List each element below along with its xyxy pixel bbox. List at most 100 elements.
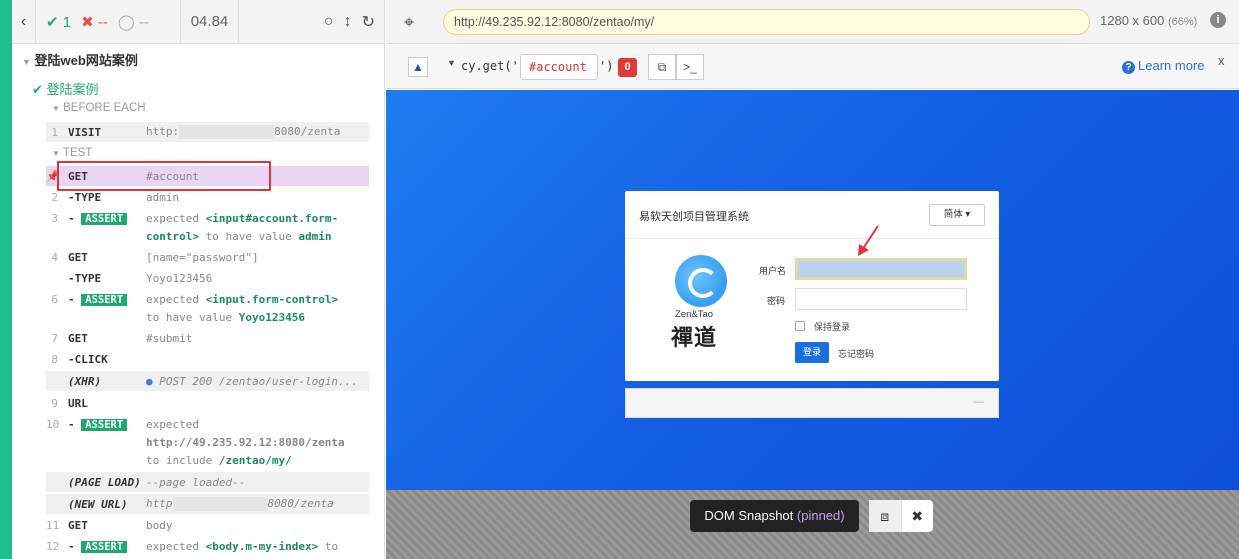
language-select[interactable]: 简体 ▾: [929, 204, 985, 226]
command-row-assert-url-cont2: to include /zentao/my/: [46, 450, 369, 470]
new-url-start: http: [146, 497, 173, 510]
zoom-level: (66%): [1167, 16, 1198, 28]
passed-count: ✔ 1: [46, 13, 72, 31]
username-input[interactable]: [795, 258, 967, 280]
zentao-logo: Zen&Tao 禪道: [671, 255, 735, 352]
command-number: 6: [51, 292, 58, 306]
command-row-get-body[interactable]: 11 GET body: [46, 515, 369, 535]
close-selector-button[interactable]: x: [1218, 53, 1225, 68]
command-number: 7: [51, 331, 58, 345]
match-count-badge: 0: [618, 58, 637, 77]
command-row-assert-body[interactable]: 12 - ASSERT expected <body.m-my-index> t…: [46, 536, 369, 556]
caret-down-icon: ▼: [22, 57, 31, 67]
rerun-icon[interactable]: ↻: [362, 12, 375, 32]
command-number: 2: [51, 190, 58, 204]
login-button[interactable]: 登录: [795, 342, 829, 363]
cursor-pick-icon[interactable]: ▲: [408, 57, 428, 77]
assert-badge: ASSERT: [81, 418, 128, 431]
app-under-test-panel: ⌖ http://49.235.92.12:8080/zentao/my/ 12…: [386, 0, 1239, 559]
copy-icon[interactable]: ⧉: [648, 54, 676, 80]
command-name: -TYPE: [68, 271, 102, 285]
visit-url-end: 8080/zenta: [274, 125, 341, 138]
highlight-toggle-icon[interactable]: ⧈: [869, 500, 902, 532]
selector-method: cy.get(': [461, 59, 519, 73]
login-footer: —: [625, 388, 999, 418]
command-name: URL: [68, 396, 88, 410]
logo-text: Zen&Tao: [675, 309, 714, 320]
command-row-page-load[interactable]: (PAGE LOAD) --page loaded--: [46, 472, 369, 492]
learn-more-link[interactable]: ? Learn more: [1122, 58, 1204, 74]
command-message: http 8080/zenta: [146, 497, 369, 511]
red-arrow-annotation: [858, 225, 879, 256]
command-name: - ASSERT: [68, 418, 146, 431]
command-row-visit[interactable]: 1 VISIT http: 8080/zenta: [46, 122, 369, 142]
command-name: (NEW URL): [68, 497, 128, 511]
dom-snapshot-label: DOM Snapshot (pinned): [690, 500, 859, 532]
command-row-assert[interactable]: 3 - ASSERT expected <input#account.form-: [46, 208, 369, 228]
password-input[interactable]: [795, 288, 967, 310]
redacted-block: [172, 497, 268, 511]
failed-value: --: [97, 13, 108, 31]
command-row-get-submit[interactable]: 7 GET #submit: [46, 328, 369, 348]
xhr-text: POST 200 /zentao/user-login...: [159, 374, 358, 388]
url-field[interactable]: http://49.235.92.12:8080/zentao/my/: [443, 9, 1090, 35]
assert-badge: ASSERT: [81, 293, 128, 306]
selector-playground-target-icon[interactable]: ⌖: [404, 12, 414, 33]
suite-title-text: 登陆web网站案例: [34, 53, 138, 68]
command-message: --page loaded--: [146, 475, 246, 489]
command-row-xhr[interactable]: (XHR) ● POST 200 /zentao/user-login...: [46, 371, 369, 391]
assert-subject: http://49.235.92.12:8080/zenta: [146, 435, 345, 449]
assert-text: expected: [146, 539, 199, 553]
login-panel: 易软天创项目管理系统 简体 ▾ Zen&Tao 禪道 用户名 密码 保持登录 登…: [625, 191, 999, 381]
command-row-type-password[interactable]: -TYPE Yoyo123456: [46, 268, 369, 288]
test-title[interactable]: ✔ 登陆案例: [32, 79, 99, 98]
stop-icon[interactable]: ○: [324, 13, 334, 31]
learn-more-label: Learn more: [1138, 58, 1205, 73]
hook-test[interactable]: ▼ TEST: [52, 147, 92, 159]
suite-title[interactable]: ▼ 登陆web网站案例: [22, 50, 138, 69]
test-title-text: 登陆案例: [46, 82, 99, 97]
command-row-click[interactable]: 8 -CLICK: [46, 349, 369, 369]
caret-down-icon: ▼: [52, 104, 60, 113]
hook-before-each[interactable]: ▼ BEFORE EACH: [52, 102, 146, 114]
remember-checkbox[interactable]: [795, 321, 805, 331]
assert-value: Yoyo123456: [238, 310, 305, 324]
command-row-assert-password[interactable]: 6 - ASSERT expected <input.form-control>: [46, 289, 369, 309]
assert-badge: ASSERT: [81, 540, 128, 553]
chevron-down-icon[interactable]: ▼: [447, 58, 456, 68]
close-snapshot-icon[interactable]: ✖: [902, 500, 934, 532]
assert-text: expected: [146, 417, 199, 431]
assert-text: expected: [146, 211, 199, 225]
auto-scroll-icon[interactable]: ↕: [344, 13, 352, 31]
remember-label: 保持登录: [814, 322, 851, 332]
footer-dash: —: [973, 396, 984, 408]
command-name: (XHR): [68, 374, 102, 388]
assert-subject: control>: [146, 229, 199, 243]
command-row-get-password[interactable]: 4 GET [name="password"]: [46, 247, 369, 267]
command-number: 10: [46, 417, 60, 431]
redacted-block: [179, 125, 275, 139]
command-message: expected <input.form-control>: [146, 293, 369, 306]
command-row-assert-url[interactable]: 10 - ASSERT expected: [46, 414, 369, 434]
command-message: expected <input#account.form-: [146, 212, 369, 225]
login-header: 易软天创项目管理系统 简体 ▾: [625, 191, 999, 239]
snapshot-controls: ⧈ ✖: [869, 500, 933, 532]
command-name: -TYPE: [68, 190, 102, 204]
command-name: GET: [68, 331, 88, 345]
assert-text: to have value: [205, 229, 292, 243]
command-row-type[interactable]: 2 -TYPE admin: [46, 187, 369, 207]
forgot-password-link[interactable]: 忘记密码: [838, 347, 874, 360]
command-row-new-url[interactable]: (NEW URL) http 8080/zenta: [46, 494, 369, 514]
command-row-url[interactable]: 9 URL: [46, 393, 369, 413]
console-print-icon[interactable]: >_: [676, 54, 704, 80]
command-message: http: 8080/zenta: [146, 125, 369, 139]
command-row-assert-password-cont: to have value Yoyo123456: [46, 307, 369, 327]
back-chevron-icon[interactable]: ‹: [12, 0, 36, 44]
command-name: GET: [68, 518, 88, 532]
snapshot-label-text: DOM Snapshot: [704, 508, 794, 523]
command-number: 3: [51, 211, 58, 225]
selector-input[interactable]: #account: [520, 54, 598, 80]
assert-value: /zentao/my/: [218, 453, 292, 467]
info-icon[interactable]: i: [1210, 12, 1226, 28]
assert-subject: <body.m-my-index>: [205, 539, 319, 553]
